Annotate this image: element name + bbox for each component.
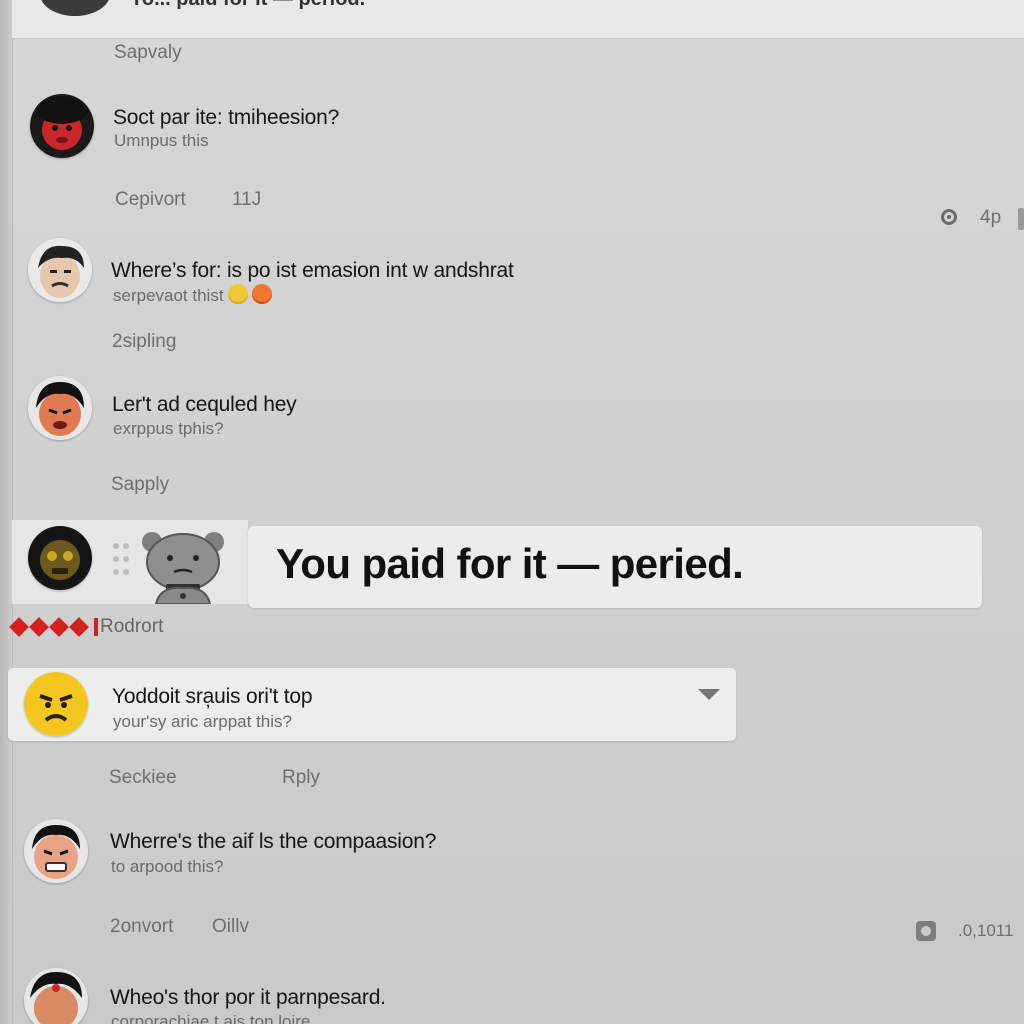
highlighted-message-text: You paid for it — peried. xyxy=(276,540,744,587)
avatar[interactable] xyxy=(28,376,92,440)
reply-button[interactable]: Rply xyxy=(282,767,320,789)
bear-mascot-icon xyxy=(138,528,228,604)
thread-subtitle: corporachiae t ais ton loire xyxy=(111,1012,311,1024)
reply-link[interactable]: Sapply xyxy=(111,474,169,496)
top-message-text: Yo... paid for it — period. xyxy=(130,0,365,11)
thread-subtitle: exrppus tphis? xyxy=(113,419,224,438)
diamond-icon xyxy=(9,617,29,637)
reply-count-link[interactable]: 2sipling xyxy=(112,331,176,353)
target-icon[interactable] xyxy=(941,209,957,225)
thread-subtitle: Umnpus this xyxy=(114,131,209,150)
scrollbar-thumb[interactable] xyxy=(1018,208,1024,230)
angry-emoji-avatar[interactable] xyxy=(24,672,88,736)
avatar[interactable] xyxy=(30,94,94,158)
sticker-link[interactable]: Seckiee xyxy=(109,767,177,789)
camera-icon[interactable] xyxy=(916,921,936,941)
smile-emoji-icon xyxy=(227,284,248,304)
avatar xyxy=(40,0,110,16)
thread-title[interactable]: Wherre's the aif ls the compaasion? xyxy=(110,830,436,854)
grin-emoji-icon xyxy=(251,284,272,304)
diamond-icon xyxy=(29,617,49,637)
count-label: 11J xyxy=(232,189,262,210)
section-label[interactable]: Sapvaly xyxy=(114,42,182,64)
avatar[interactable] xyxy=(24,968,88,1024)
thread-title[interactable]: Soct par ite: tmiheesion? xyxy=(113,106,339,130)
top-message-strip: Yo... paid for it — period. xyxy=(12,0,1024,39)
card-subtitle: your'sy aric arppat this? xyxy=(113,712,292,731)
subtitle-text: serpevaot thist xyxy=(113,286,224,305)
left-rail xyxy=(0,0,13,1024)
drag-handle-icon[interactable] xyxy=(113,543,133,579)
chevron-down-icon[interactable] xyxy=(698,689,720,700)
count-label: Oillv xyxy=(212,916,249,937)
bar-icon xyxy=(94,618,98,636)
thread-title[interactable]: Where’s for: is po ist emasion int w and… xyxy=(111,259,514,283)
report-label[interactable]: Rodrort xyxy=(100,616,163,638)
thread-subtitle: to arpood this? xyxy=(111,857,224,876)
avatar[interactable] xyxy=(24,819,88,883)
diamond-icon xyxy=(49,617,69,637)
avatar[interactable] xyxy=(28,238,92,302)
convert-link[interactable]: Cepivort xyxy=(115,189,186,211)
thread-title[interactable]: Ler't ad cequled hey xyxy=(112,393,297,417)
thread-subtitle: serpevaot thist xyxy=(113,284,272,306)
convert-link[interactable]: 2onvort xyxy=(110,916,173,938)
rating-indicator: Rodrort xyxy=(9,616,163,638)
highlighted-message[interactable]: You paid for it — peried. xyxy=(248,526,982,608)
avatar[interactable] xyxy=(28,526,92,590)
side-count: .0,1011 xyxy=(958,921,1014,940)
diamond-icon xyxy=(69,617,89,637)
side-count: 4p xyxy=(980,207,1002,228)
card-title[interactable]: Yoddoit sra̦uis ori't top xyxy=(112,685,313,709)
thread-title[interactable]: Wheo's thor por it parnpesard. xyxy=(110,986,386,1010)
